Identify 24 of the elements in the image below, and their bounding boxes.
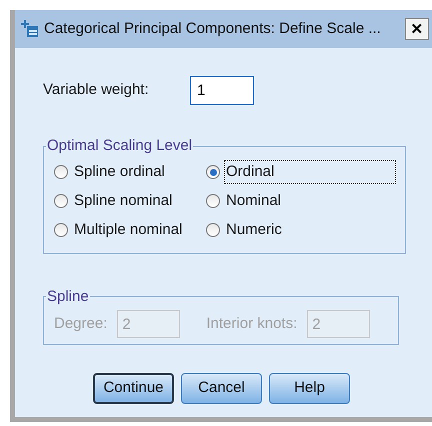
field-label: Variable weight: [43,80,150,100]
radio-label: Nominal [225,190,282,211]
group-title: Spline [46,286,90,306]
field-label: Degree: [54,314,108,334]
radio-label: Ordinal [225,160,395,184]
radio-label: Spline nominal [73,190,174,211]
radio-button[interactable] [206,165,220,179]
window-title: Categorical Principal Components: Define Scale ... [44,18,382,39]
radio-button[interactable] [206,223,220,237]
dialog-button[interactable]: Continue [93,373,174,404]
group-title: Optimal Scaling Level [46,136,194,156]
radio-label: Multiple nominal [73,220,184,240]
radio-button[interactable] [54,194,68,208]
close-button[interactable]: ✕ [405,18,429,40]
table-icon [21,20,39,38]
dialog-button[interactable]: Help [269,373,350,404]
radio-label: Spline ordinal [73,162,166,182]
field-label: Interior knots: [206,314,298,334]
radio-button[interactable] [206,194,220,208]
radio-button[interactable] [54,223,68,237]
radio-button[interactable] [54,165,68,179]
radio-label: Numeric [225,220,283,240]
input-field[interactable]: 1 [190,76,254,104]
dialog-button[interactable]: Cancel [181,373,262,404]
